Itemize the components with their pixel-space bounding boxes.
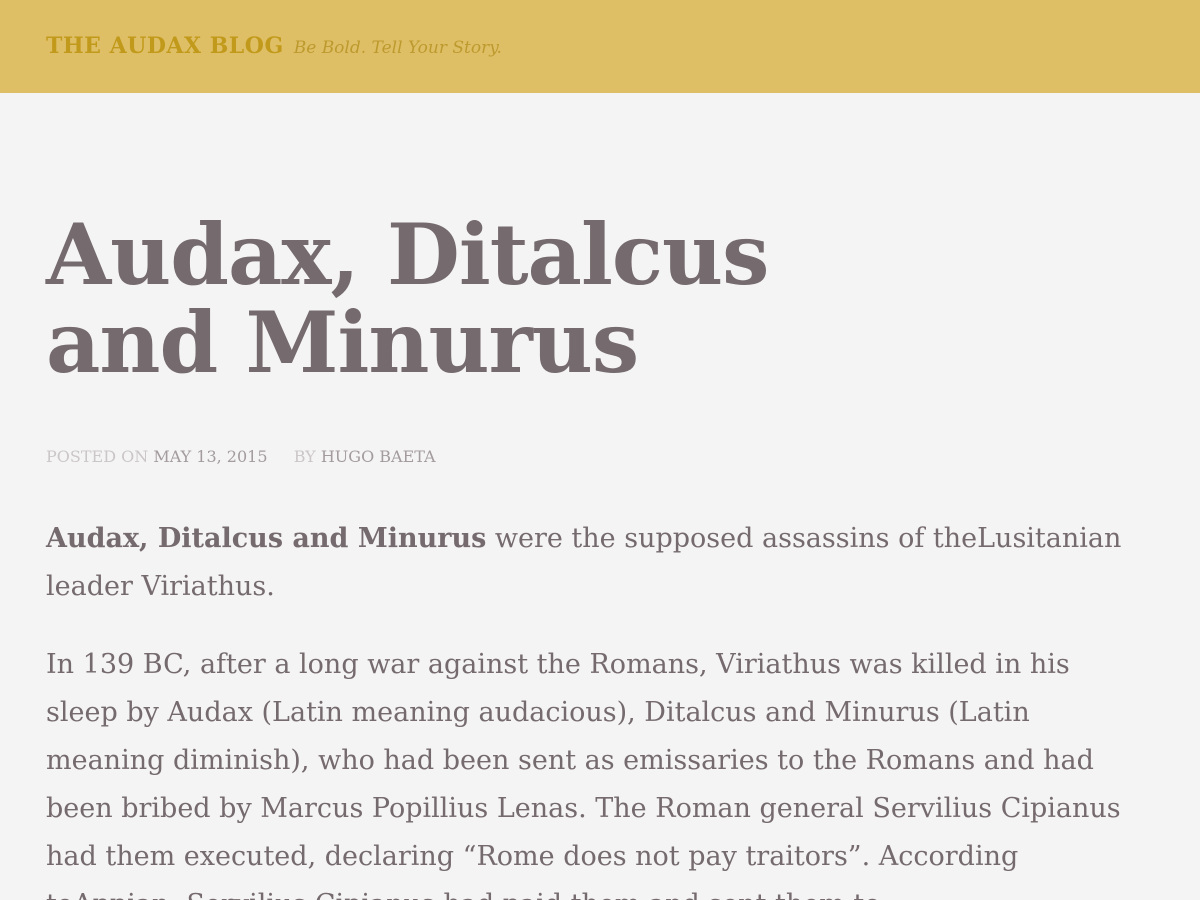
by-label: BY xyxy=(293,447,316,466)
site-header: THE AUDAX BLOG Be Bold. Tell Your Story. xyxy=(0,0,1200,93)
site-title-link[interactable]: THE AUDAX BLOG xyxy=(46,33,284,59)
main-content: Audax, Ditalcus and Minurus POSTED ON MA… xyxy=(0,211,1200,900)
author-link[interactable]: HUGO BAETA xyxy=(321,447,436,466)
post-paragraph-1: Audax, Ditalcus and Minurus were the sup… xyxy=(46,515,1140,611)
post-title-line-1: Audax, Ditalcus xyxy=(46,205,769,304)
post-body: Audax, Ditalcus and Minurus were the sup… xyxy=(46,515,1140,900)
post-title-line-2: and Minurus xyxy=(46,293,639,392)
post-title: Audax, Ditalcus and Minurus xyxy=(46,211,806,387)
post-paragraph-1-bold: Audax, Ditalcus and Minurus xyxy=(46,523,487,554)
post-paragraph-2-text: In 139 BC, after a long war against the … xyxy=(46,649,1121,900)
post-date-link[interactable]: MAY 13, 2015 xyxy=(153,447,267,466)
post-meta: POSTED ON MAY 13, 2015 BY HUGO BAETA xyxy=(46,447,1140,467)
blog-post: Audax, Ditalcus and Minurus POSTED ON MA… xyxy=(46,211,1140,900)
site-tagline: Be Bold. Tell Your Story. xyxy=(293,37,502,58)
post-paragraph-2: In 139 BC, after a long war against the … xyxy=(46,641,1140,900)
posted-on-label: POSTED ON xyxy=(46,447,149,466)
